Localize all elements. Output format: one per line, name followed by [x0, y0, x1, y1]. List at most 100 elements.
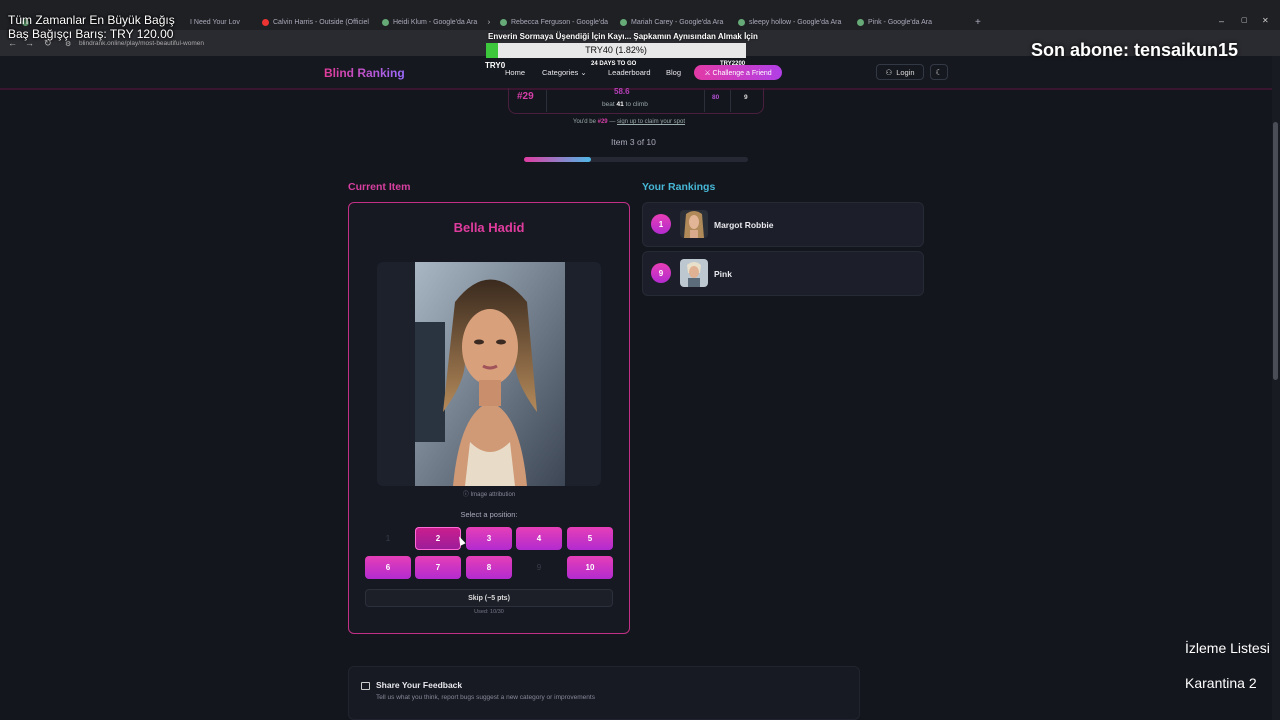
theme-toggle-button[interactable]: ☾: [930, 64, 948, 80]
image-attribution-link[interactable]: ⓘ Image attribution: [348, 489, 630, 498]
position-button-10[interactable]: 10: [567, 556, 613, 579]
claim-dash: —: [609, 119, 616, 125]
ranking-thumbnail: [680, 210, 708, 238]
browser-tab[interactable]: Mariah Carey - Google'da Ara×: [620, 14, 728, 30]
rank-score: 58.6: [614, 87, 630, 96]
browser-tab[interactable]: I Need Your Lov: [190, 14, 258, 30]
tab-label: Heidi Klum - Google'da Ara: [393, 18, 478, 26]
feedback-subtitle: Tell us what you think, report bugs sugg…: [376, 694, 595, 701]
rank-beat-text: beat 41 to climb: [602, 101, 648, 108]
donation-days-left: 24 DAYS TO GO: [591, 61, 637, 67]
challenge-friend-button[interactable]: ⚔ Challenge a Friend: [694, 65, 782, 80]
item-photo: [415, 262, 565, 486]
nav-blog[interactable]: Blog: [666, 68, 681, 77]
ranking-photo: [680, 259, 708, 287]
user-icon: ⚇: [885, 67, 893, 77]
divider: [546, 90, 547, 112]
tab-label: sleepy hollow - Google'da Ara: [749, 18, 842, 26]
maximize-button[interactable]: ▢: [1241, 16, 1248, 24]
skips-used: Used: 10/30: [474, 609, 504, 615]
donation-goal-title: Enverin Sormaya Üşendiği İçin Kayı... Şa…: [488, 32, 758, 41]
nav-categories-label: Categories: [542, 68, 579, 77]
progress-fill: [524, 157, 592, 162]
ranking-badge: 9: [651, 263, 671, 283]
item-counter: Item 3 of 10: [611, 137, 656, 147]
browser-tab[interactable]: Pink - Google'da Ara×: [857, 14, 967, 30]
tab-label: Calvin Harris - Outside (Officiel: [273, 18, 369, 26]
position-button-5[interactable]: 5: [567, 527, 613, 550]
browser-tab[interactable]: Rebecca Ferguson - Google'da×: [500, 14, 610, 30]
chevron-down-icon: ⌄: [580, 68, 587, 77]
divider: [704, 90, 705, 112]
tab-label: Mariah Carey - Google'da Ara: [631, 18, 724, 26]
login-button[interactable]: ⚇ Login: [876, 64, 924, 80]
tab-label: I Need Your Lov: [190, 18, 240, 26]
beat-prefix: beat: [602, 101, 615, 108]
rank-stat: 9: [744, 94, 748, 101]
browser-tab[interactable]: sleepy hollow - Google'da Ara×: [738, 14, 848, 30]
feedback-title: Share Your Feedback: [376, 680, 463, 690]
browser-tab[interactable]: Heidi Klum - Google'da Ara ×: [382, 14, 490, 30]
claim-rank: #29: [597, 119, 608, 125]
ranking-badge: 1: [651, 214, 671, 234]
ranking-photo: [680, 210, 708, 238]
claim-prefix: You'd be: [573, 119, 596, 125]
position-button-1: 1: [385, 534, 391, 543]
beat-suffix: to climb: [625, 101, 648, 108]
google-icon: [857, 18, 864, 26]
position-button-7[interactable]: 7: [415, 556, 461, 579]
tab-label: Pink - Google'da Ara: [868, 18, 932, 26]
signup-link[interactable]: sign up to claim your spot: [617, 119, 685, 125]
position-button-6[interactable]: 6: [365, 556, 411, 579]
rank-number: #29: [517, 91, 534, 102]
position-button-9: 9: [536, 563, 542, 572]
ranking-name: Margot Robbie: [714, 220, 774, 230]
ranking-name: Pink: [714, 269, 732, 279]
overlay-line: Tüm Zamanlar En Büyük Bağış: [8, 13, 175, 27]
close-window-button[interactable]: ✕: [1262, 16, 1269, 25]
minimize-button[interactable]: –: [1219, 16, 1224, 26]
google-icon: [382, 18, 389, 26]
select-position-label: Select a position:: [460, 510, 518, 519]
overlay-line: Baş Bağışçı Barış: TRY 120.00: [8, 27, 174, 41]
url-field[interactable]: blindrank.online/play/most-beautiful-wom…: [79, 40, 204, 47]
item-image-frame: [377, 262, 601, 486]
donation-start: TRY0: [485, 61, 506, 70]
divider: [730, 90, 731, 112]
moon-icon: ☾: [935, 67, 943, 77]
google-icon: [620, 18, 627, 26]
browser-tab[interactable]: Calvin Harris - Outside (Officiel×: [262, 14, 372, 30]
skip-button[interactable]: Skip (−5 pts): [365, 589, 613, 607]
top-donation-overlay: Tüm Zamanlar En Büyük Bağış Baş Bağışçı B…: [8, 13, 175, 41]
current-item-heading: Current Item: [348, 181, 411, 193]
watchlist-overlay: İzleme Listesi: [1185, 640, 1270, 656]
position-button-3[interactable]: 3: [466, 527, 512, 550]
brand-logo[interactable]: Blind Ranking: [324, 66, 405, 80]
chat-icon: [361, 682, 370, 690]
nav-categories[interactable]: Categories ⌄: [542, 68, 587, 77]
google-icon: [738, 18, 745, 26]
tab-label: Rebecca Ferguson - Google'da: [511, 18, 609, 26]
claim-spot-text: You'd be #29 — sign up to claim your spo…: [573, 119, 685, 125]
position-button-2[interactable]: 2: [415, 527, 461, 550]
login-label: Login: [896, 67, 915, 77]
donation-amount: TRY40 (1.82%): [585, 45, 647, 55]
google-icon: [500, 18, 507, 26]
feedback-card[interactable]: [348, 666, 860, 720]
site-info-icon[interactable]: ⚙: [65, 40, 71, 48]
scrollbar-thumb[interactable]: [1273, 122, 1278, 380]
nav-home[interactable]: Home: [505, 68, 525, 77]
new-tab-button[interactable]: +: [975, 14, 985, 30]
item-name: Bella Hadid: [453, 220, 525, 235]
quarantine-overlay: Karantina 2: [1185, 675, 1257, 691]
nav-leaderboard[interactable]: Leaderboard: [608, 68, 651, 77]
position-button-8[interactable]: 8: [466, 556, 512, 579]
position-button-4[interactable]: 4: [516, 527, 562, 550]
donation-target: TRY2200: [720, 61, 746, 67]
ranking-thumbnail: [680, 259, 708, 287]
beat-value: 41: [616, 101, 624, 108]
youtube-icon: [262, 18, 269, 26]
your-rankings-heading: Your Rankings: [642, 181, 716, 193]
last-subscriber-overlay: Son abone: tensaikun15: [1031, 40, 1239, 60]
close-tab-icon[interactable]: ×: [487, 18, 490, 27]
